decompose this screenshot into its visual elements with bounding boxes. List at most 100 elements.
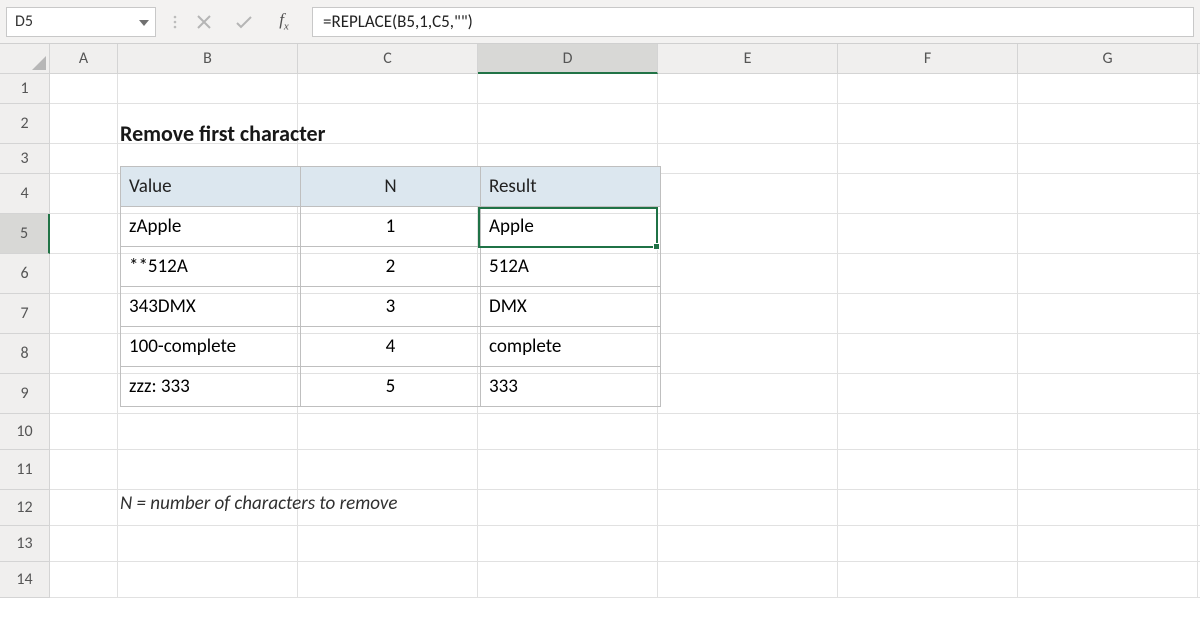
cell-D1[interactable] [478,74,658,104]
cell-D13[interactable] [478,526,658,562]
cell-A3[interactable] [50,144,118,174]
cell-G7[interactable] [1018,294,1198,334]
header-n[interactable]: N [301,167,481,207]
cell-G5[interactable] [1018,214,1198,254]
cell-A8[interactable] [50,334,118,374]
col-header-G[interactable]: G [1018,44,1198,74]
cell-value[interactable]: zzz: 333 [121,367,301,407]
cell-F14[interactable] [838,562,1018,598]
row-header-14[interactable]: 14 [0,562,50,598]
cell-value[interactable]: **512A [121,247,301,287]
cell-A11[interactable] [50,450,118,490]
row-header-2[interactable]: 2 [0,104,50,144]
cell-E8[interactable] [658,334,838,374]
cell-A12[interactable] [50,490,118,526]
cell-B11[interactable] [118,450,298,490]
cell-G6[interactable] [1018,254,1198,294]
chevron-down-icon[interactable] [139,12,149,31]
cell-D10[interactable] [478,414,658,450]
col-header-E[interactable]: E [658,44,838,74]
cell-n[interactable]: 5 [301,367,481,407]
cell-F10[interactable] [838,414,1018,450]
cell-result[interactable]: Apple [481,207,661,247]
cell-B13[interactable] [118,526,298,562]
cell-B1[interactable] [118,74,298,104]
cell-E1[interactable] [658,74,838,104]
cell-C1[interactable] [298,74,478,104]
cell-F4[interactable] [838,174,1018,214]
cell-G3[interactable] [1018,144,1198,174]
cell-value[interactable]: 343DMX [121,287,301,327]
cell-B14[interactable] [118,562,298,598]
cell-G1[interactable] [1018,74,1198,104]
cell-E12[interactable] [658,490,838,526]
cell-B10[interactable] [118,414,298,450]
col-header-B[interactable]: B [118,44,298,74]
header-value[interactable]: Value [121,167,301,207]
cell-E10[interactable] [658,414,838,450]
cell-F13[interactable] [838,526,1018,562]
enter-formula-button[interactable] [224,7,264,37]
cell-result[interactable]: DMX [481,287,661,327]
cell-G13[interactable] [1018,526,1198,562]
cell-F3[interactable] [838,144,1018,174]
col-header-F[interactable]: F [838,44,1018,74]
cell-n[interactable]: 3 [301,287,481,327]
cell-G4[interactable] [1018,174,1198,214]
cell-value[interactable]: zApple [121,207,301,247]
cell-F9[interactable] [838,374,1018,414]
cell-E9[interactable] [658,374,838,414]
cell-G10[interactable] [1018,414,1198,450]
cell-A14[interactable] [50,562,118,598]
cell-D2[interactable] [478,104,658,144]
cell-F2[interactable] [838,104,1018,144]
row-header-11[interactable]: 11 [0,450,50,490]
row-header-12[interactable]: 12 [0,490,50,526]
cell-C11[interactable] [298,450,478,490]
cell-G2[interactable] [1018,104,1198,144]
cell-A5[interactable] [50,214,118,254]
row-header-13[interactable]: 13 [0,526,50,562]
cell-G11[interactable] [1018,450,1198,490]
cell-G12[interactable] [1018,490,1198,526]
cell-E4[interactable] [658,174,838,214]
row-header-4[interactable]: 4 [0,174,50,214]
cell-A6[interactable] [50,254,118,294]
col-header-A[interactable]: A [50,44,118,74]
formula-input[interactable]: =REPLACE(B5,1,C5,"") [312,7,1194,37]
cell-E13[interactable] [658,526,838,562]
header-result[interactable]: Result [481,167,661,207]
cell-D12[interactable] [478,490,658,526]
cell-F12[interactable] [838,490,1018,526]
cell-E6[interactable] [658,254,838,294]
col-header-D[interactable]: D [478,44,658,74]
cell-result[interactable]: 333 [481,367,661,407]
cell-C10[interactable] [298,414,478,450]
cell-F7[interactable] [838,294,1018,334]
cell-n[interactable]: 4 [301,327,481,367]
cell-n[interactable]: 1 [301,207,481,247]
cell-C13[interactable] [298,526,478,562]
cancel-formula-button[interactable] [184,7,224,37]
select-all-corner[interactable] [0,44,50,74]
cell-A1[interactable] [50,74,118,104]
row-header-9[interactable]: 9 [0,374,50,414]
cell-A2[interactable] [50,104,118,144]
cell-G14[interactable] [1018,562,1198,598]
cell-value[interactable]: 100-complete [121,327,301,367]
cell-F1[interactable] [838,74,1018,104]
cell-E11[interactable] [658,450,838,490]
cell-result[interactable]: complete [481,327,661,367]
row-header-8[interactable]: 8 [0,334,50,374]
cell-A10[interactable] [50,414,118,450]
cell-A7[interactable] [50,294,118,334]
cell-F11[interactable] [838,450,1018,490]
cell-E3[interactable] [658,144,838,174]
cell-F5[interactable] [838,214,1018,254]
row-header-6[interactable]: 6 [0,254,50,294]
cell-D14[interactable] [478,562,658,598]
row-header-1[interactable]: 1 [0,74,50,104]
cell-D11[interactable] [478,450,658,490]
cell-G9[interactable] [1018,374,1198,414]
row-header-7[interactable]: 7 [0,294,50,334]
